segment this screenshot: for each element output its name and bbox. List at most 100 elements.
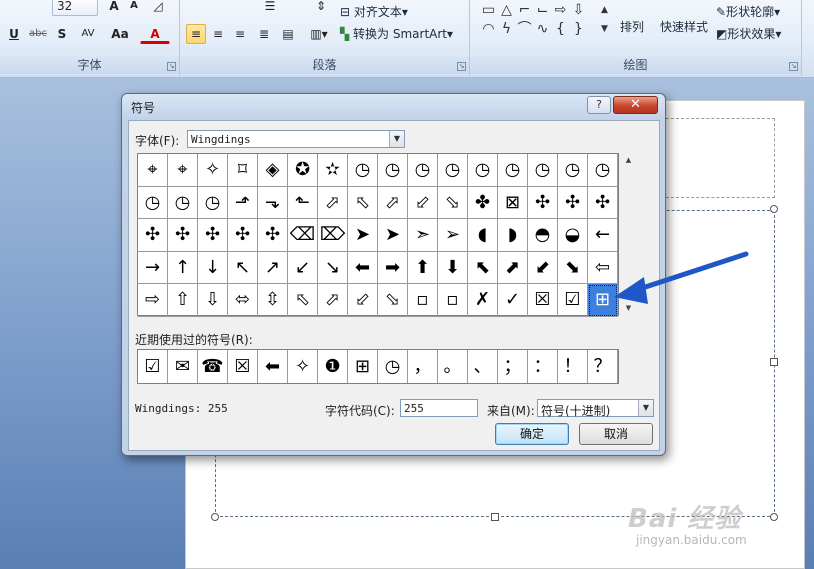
- symbol-cell[interactable]: ⬀: [378, 186, 408, 219]
- symbol-cell[interactable]: ✤: [468, 186, 498, 219]
- recent-symbol-cell[interactable]: 、: [468, 350, 498, 383]
- convert-smartart-button[interactable]: ▚ 转换为 SmartArt▾: [340, 25, 453, 42]
- recent-symbol-cell[interactable]: ✉: [168, 350, 198, 383]
- ok-button[interactable]: 确定: [495, 423, 569, 445]
- symbol-cell[interactable]: ⌖: [168, 154, 198, 187]
- resize-handle[interactable]: [491, 513, 499, 521]
- symbol-cell[interactable]: ▫: [408, 284, 438, 317]
- symbol-cell[interactable]: ⬃: [408, 186, 438, 219]
- symbol-cell[interactable]: ✣: [258, 219, 288, 252]
- char-code-input[interactable]: 255: [400, 399, 478, 417]
- symbol-cell[interactable]: ◷: [198, 186, 228, 219]
- recent-symbol-cell[interactable]: ；: [498, 350, 528, 383]
- symbol-cell[interactable]: ↓: [198, 251, 228, 284]
- symbol-cell[interactable]: ✣: [588, 186, 618, 219]
- recent-symbol-cell[interactable]: ☎: [198, 350, 228, 383]
- symbol-cell[interactable]: ⬃: [348, 284, 378, 317]
- symbol-cell[interactable]: ⬁: [348, 186, 378, 219]
- symbol-cell[interactable]: ⬑: [288, 186, 318, 219]
- symbol-cell[interactable]: ⬋: [528, 251, 558, 284]
- symbol-cell[interactable]: ⬇: [438, 251, 468, 284]
- symbol-cell[interactable]: ☒: [528, 284, 558, 317]
- symbol-cell[interactable]: ➣: [408, 219, 438, 252]
- shape-down-arrow-icon[interactable]: ⇩: [570, 2, 587, 19]
- chevron-down-icon[interactable]: ▼: [638, 400, 653, 416]
- symbol-cell[interactable]: ✪: [288, 154, 318, 187]
- symbol-cell[interactable]: ✣: [228, 219, 258, 252]
- recent-symbol-cell[interactable]: 。: [438, 350, 468, 383]
- symbol-cell[interactable]: ➢: [438, 219, 468, 252]
- symbol-cell[interactable]: ✣: [528, 186, 558, 219]
- symbol-cell[interactable]: ➡: [378, 251, 408, 284]
- symbol-cell[interactable]: ◷: [378, 154, 408, 187]
- shape-rectangle-icon[interactable]: ▭: [480, 2, 497, 19]
- paragraph-dialog-launcher[interactable]: ↘: [457, 62, 466, 71]
- resize-handle[interactable]: [211, 513, 219, 521]
- symbol-cell[interactable]: ⬏: [228, 186, 258, 219]
- font-select[interactable]: Wingdings ▼: [187, 130, 405, 148]
- symbol-cell[interactable]: ⌦: [318, 219, 348, 252]
- shape-effects-button[interactable]: ◩形状效果▾: [716, 25, 781, 42]
- recent-symbol-cell[interactable]: ？: [588, 350, 618, 383]
- symbol-cell[interactable]: ◷: [138, 186, 168, 219]
- symbol-cell[interactable]: ✧: [198, 154, 228, 187]
- from-select[interactable]: 符号(十进制) ▼: [537, 399, 654, 418]
- shape-right-brace-icon[interactable]: }: [570, 21, 587, 38]
- dialog-titlebar[interactable]: 符号 ? ✕: [122, 94, 665, 118]
- symbol-cell[interactable]: ◷: [168, 186, 198, 219]
- symbol-cell[interactable]: ◷: [528, 154, 558, 187]
- text-direction-button[interactable]: ⇕: [306, 0, 336, 16]
- symbol-cell[interactable]: ⇧: [168, 284, 198, 317]
- symbol-cell[interactable]: ◒: [558, 219, 588, 252]
- drawing-dialog-launcher[interactable]: ↘: [789, 62, 798, 71]
- strikethrough-button[interactable]: abc: [26, 24, 50, 44]
- recent-symbol-cell[interactable]: ，: [408, 350, 438, 383]
- line-spacing-button[interactable]: ☰: [258, 0, 282, 16]
- symbol-cell[interactable]: ⬉: [468, 251, 498, 284]
- recent-symbol-cell[interactable]: ☒: [228, 350, 258, 383]
- symbol-cell[interactable]: ⬀: [318, 284, 348, 317]
- symbol-cell[interactable]: ✫: [318, 154, 348, 187]
- close-button[interactable]: ✕: [613, 96, 658, 114]
- resize-handle[interactable]: [770, 358, 778, 366]
- symbol-cell[interactable]: ⇩: [198, 284, 228, 317]
- recent-symbol-cell[interactable]: ✧: [288, 350, 318, 383]
- symbol-cell[interactable]: ⬁: [288, 284, 318, 317]
- shadow-button[interactable]: S: [52, 24, 72, 44]
- symbol-cell[interactable]: ⬊: [558, 251, 588, 284]
- symbol-cell[interactable]: ⊠: [498, 186, 528, 219]
- symbol-cell[interactable]: ◈: [258, 154, 288, 187]
- recent-symbol-cell[interactable]: ！: [558, 350, 588, 383]
- shape-freeform-icon[interactable]: ϟ: [498, 21, 515, 38]
- recent-symbol-cell[interactable]: ❶: [318, 350, 348, 383]
- symbol-cell[interactable]: ⬅: [348, 251, 378, 284]
- symbol-cell[interactable]: ⇨: [138, 284, 168, 317]
- cancel-button[interactable]: 取消: [579, 423, 653, 445]
- quick-styles-button[interactable]: 快速样式: [660, 18, 708, 35]
- align-left-button[interactable]: ≡: [186, 24, 206, 44]
- recent-symbol-cell[interactable]: ⬅: [258, 350, 288, 383]
- symbol-cell[interactable]: ◷: [408, 154, 438, 187]
- symbol-cell[interactable]: ✣: [138, 219, 168, 252]
- shape-connector-icon[interactable]: ⌙: [534, 2, 551, 19]
- symbol-cell[interactable]: ⌫: [288, 219, 318, 252]
- symbol-cell[interactable]: ◷: [588, 154, 618, 187]
- align-right-button[interactable]: ≡: [230, 24, 250, 44]
- symbol-cell[interactable]: ⬄: [228, 284, 258, 317]
- symbol-cell[interactable]: ⬈: [498, 251, 528, 284]
- shape-left-brace-icon[interactable]: {: [552, 21, 569, 38]
- clear-format-button[interactable]: ◿: [148, 0, 168, 16]
- scroll-up-icon[interactable]: ▲: [621, 153, 636, 168]
- distributed-button[interactable]: ▤: [278, 24, 298, 44]
- symbol-cell[interactable]: ◓: [528, 219, 558, 252]
- symbol-cell[interactable]: ↗: [258, 251, 288, 284]
- symbol-cell[interactable]: ⇳: [258, 284, 288, 317]
- columns-button[interactable]: ▥▾: [304, 24, 334, 44]
- font-dialog-launcher[interactable]: ↘: [167, 62, 176, 71]
- symbol-cell[interactable]: ◖: [468, 219, 498, 252]
- resize-handle[interactable]: [770, 513, 778, 521]
- symbol-cell[interactable]: ↑: [168, 251, 198, 284]
- help-button[interactable]: ?: [587, 96, 611, 114]
- char-spacing-button[interactable]: AV: [74, 24, 102, 44]
- shape-more-icon[interactable]: ▼: [596, 21, 613, 38]
